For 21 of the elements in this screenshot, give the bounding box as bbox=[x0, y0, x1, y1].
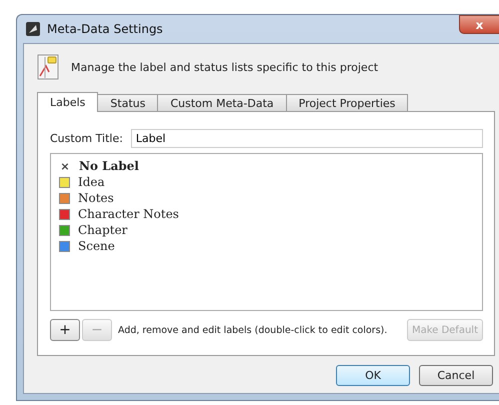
tab[interactable]: Status bbox=[97, 94, 158, 112]
app-icon bbox=[25, 21, 41, 37]
hint-text: Add, remove and edit labels (double-click to edit colors). bbox=[118, 324, 388, 336]
tab[interactable]: Project Properties bbox=[286, 94, 408, 112]
tag-list-icon bbox=[37, 54, 59, 80]
cancel-button[interactable]: Cancel bbox=[419, 365, 493, 386]
label-name[interactable]: Scene bbox=[78, 239, 115, 253]
label-name[interactable]: No Label bbox=[79, 159, 139, 173]
label-name[interactable]: Notes bbox=[78, 191, 114, 205]
tab[interactable]: Custom Meta-Data bbox=[157, 94, 287, 112]
label-name[interactable]: Chapter bbox=[78, 223, 128, 237]
field-label: Custom Title: bbox=[50, 132, 123, 145]
window-title: Meta-Data Settings bbox=[47, 22, 164, 36]
label-name[interactable]: Character Notes bbox=[78, 207, 179, 221]
custom-title-field[interactable]: Label bbox=[130, 129, 483, 148]
add-button[interactable]: + bbox=[50, 319, 80, 341]
tab[interactable]: Labels bbox=[37, 92, 98, 112]
cross-icon: × bbox=[59, 160, 71, 172]
ok-button[interactable]: OK bbox=[336, 365, 410, 386]
header-text: Manage the label and status lists specific to this project bbox=[71, 60, 378, 74]
label-name[interactable]: Idea bbox=[78, 175, 105, 189]
